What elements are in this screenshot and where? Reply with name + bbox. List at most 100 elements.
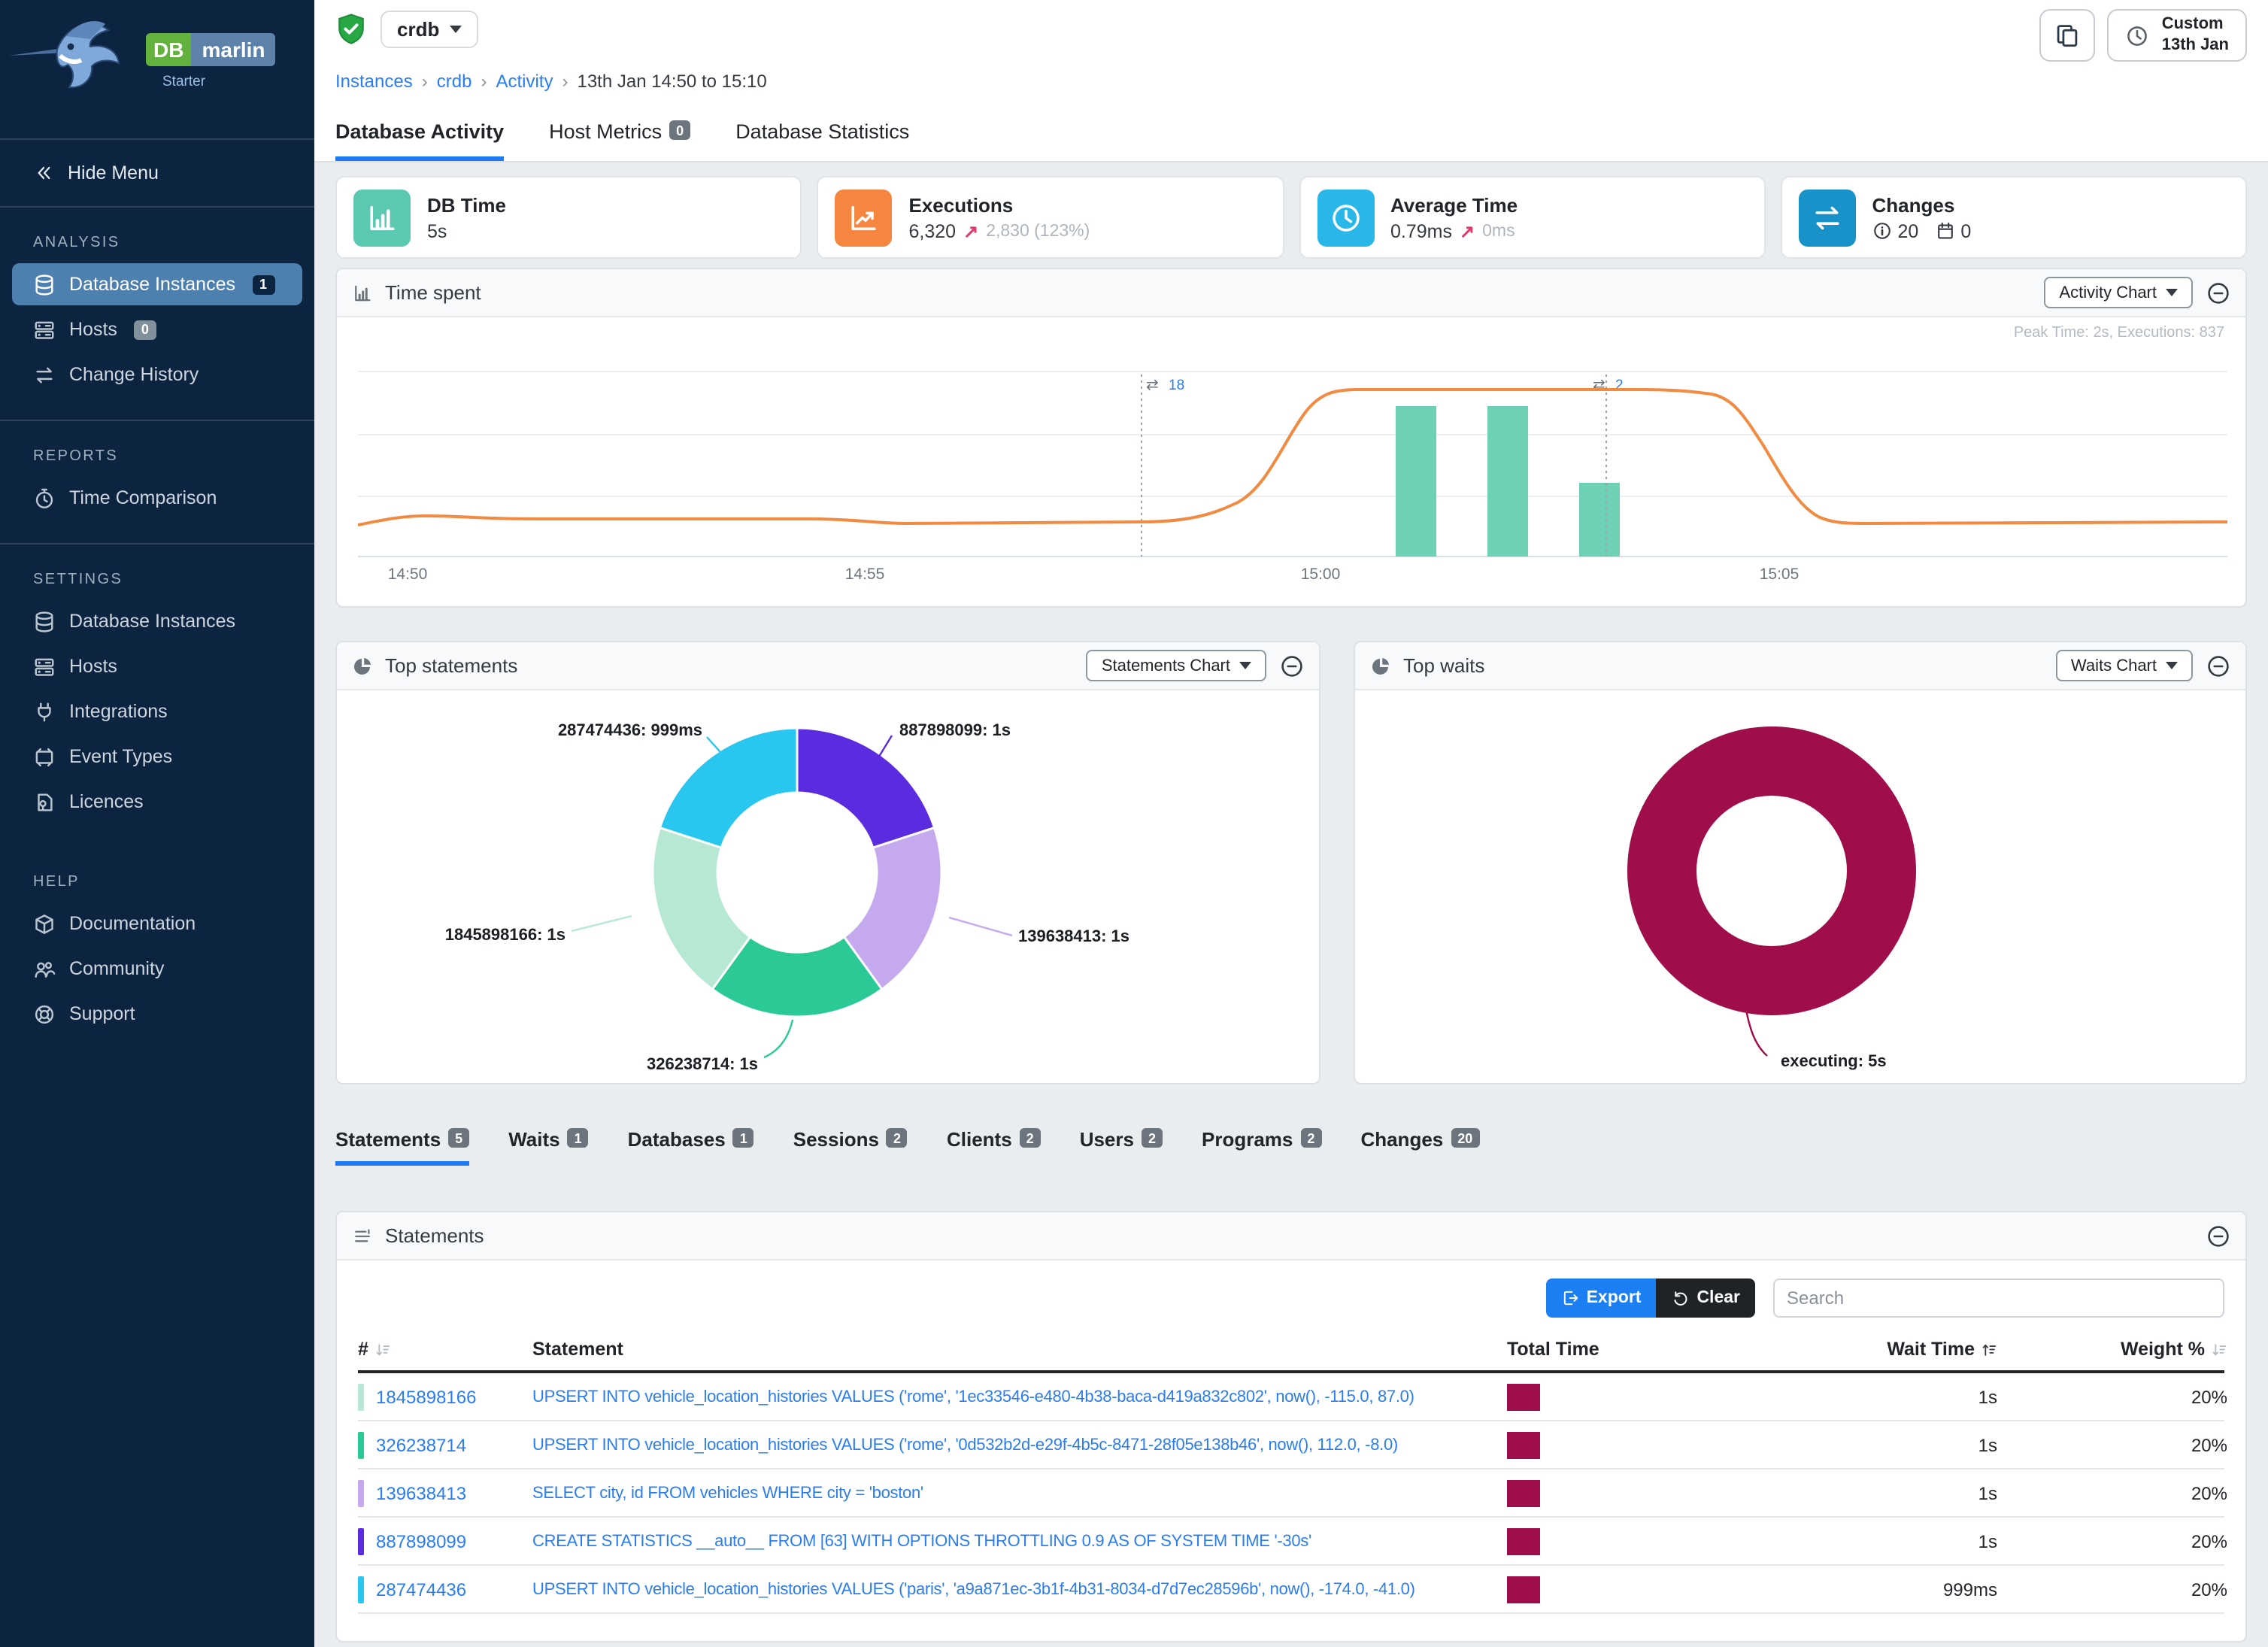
- undo-icon: [1671, 1289, 1689, 1307]
- donut-slice[interactable]: [1662, 761, 1881, 981]
- statement-id-link[interactable]: 139638413: [376, 1482, 466, 1503]
- sidebar-item[interactable]: Licences: [12, 781, 302, 823]
- detail-tab[interactable]: Clients 2: [947, 1128, 1041, 1166]
- sidebar-section-settings: SETTINGS Database Instances Hosts: [0, 572, 314, 823]
- sidebar-item[interactable]: Change History: [12, 353, 302, 396]
- statement-link[interactable]: UPSERT INTO vehicle_location_histories V…: [532, 1388, 1507, 1406]
- up-arrow-icon: ↗: [963, 220, 978, 241]
- column-wait-time[interactable]: Wait Time: [1690, 1339, 1997, 1360]
- minus-circle-icon[interactable]: [2206, 1224, 2230, 1248]
- statement-link[interactable]: UPSERT INTO vehicle_location_histories V…: [532, 1580, 1507, 1598]
- detail-tab[interactable]: Databases 1: [628, 1128, 754, 1166]
- documentation-icon: [33, 912, 56, 935]
- sidebar-item-label: Licences: [69, 791, 144, 812]
- total-time-bar: [1507, 1383, 1540, 1410]
- sidebar-item[interactable]: Hosts: [12, 645, 302, 687]
- detail-tab[interactable]: Changes 20: [1360, 1128, 1479, 1166]
- sidebar-item[interactable]: Documentation: [12, 902, 302, 945]
- tab-badge: 0: [669, 120, 690, 140]
- search-input[interactable]: [1773, 1278, 2224, 1318]
- sidebar-item[interactable]: Hosts 0: [12, 308, 302, 350]
- statement-id-link[interactable]: 326238714: [376, 1434, 466, 1455]
- top-bar: crdb Instances › crdb: [314, 0, 2268, 162]
- weight-value: 20%: [1997, 1530, 2227, 1551]
- tab-badge: 2: [1300, 1128, 1321, 1148]
- column-total-time[interactable]: Total Time: [1507, 1339, 1690, 1360]
- detail-tab[interactable]: Sessions 2: [793, 1128, 908, 1166]
- hide-menu-button[interactable]: Hide Menu: [0, 140, 314, 206]
- copy-link-button[interactable]: [2040, 9, 2096, 62]
- wait-time-value: 999ms: [1690, 1579, 1997, 1600]
- bar-chart-icon: [365, 201, 399, 234]
- sidebar-item[interactable]: Database Instances: [12, 600, 302, 642]
- breadcrumb-link[interactable]: 13th Jan 14:50 to 15:10: [577, 71, 766, 92]
- minus-circle-icon[interactable]: [2206, 281, 2230, 305]
- statements-chart-select[interactable]: Statements Chart: [1087, 650, 1266, 681]
- breadcrumb-link[interactable]: crdb: [437, 71, 472, 92]
- activity-chart-select[interactable]: Activity Chart: [2044, 277, 2193, 308]
- clear-button[interactable]: Clear: [1656, 1278, 1755, 1318]
- change-history-icon: [33, 363, 56, 386]
- main-tab[interactable]: Host Metrics 0: [549, 120, 690, 161]
- chevron-down-icon: [450, 26, 462, 33]
- executions-bar[interactable]: [1396, 406, 1436, 557]
- info-circle-icon[interactable]: [1872, 221, 1892, 241]
- brand-name: marlin: [191, 33, 275, 66]
- instance-selector[interactable]: crdb: [381, 11, 478, 48]
- statement-color-bar: [358, 1527, 364, 1554]
- change-marker[interactable]: ⇄ 18: [1142, 375, 1184, 557]
- sidebar-item-label: Documentation: [69, 913, 196, 934]
- main-tab[interactable]: Database Statistics: [735, 120, 909, 161]
- minus-circle-icon[interactable]: [1280, 654, 1304, 678]
- main-tab[interactable]: Database Activity: [335, 120, 504, 161]
- sort-icon: [374, 1341, 391, 1357]
- slice-label: 887898099: 1s: [899, 720, 1011, 739]
- detail-tab[interactable]: Users 2: [1080, 1128, 1163, 1166]
- slice-label: 1845898166: 1s: [445, 925, 565, 944]
- top-waits-panel: Top waits Waits Chart executing: 5s: [1354, 641, 2247, 1084]
- breadcrumb-link[interactable]: Activity: [496, 71, 553, 92]
- tab-badge: 1: [568, 1128, 589, 1148]
- column-id[interactable]: #: [358, 1339, 532, 1360]
- sidebar-item[interactable]: Event Types: [12, 736, 302, 778]
- sidebar-item[interactable]: Database Instances 1: [12, 263, 302, 305]
- statement-id-link[interactable]: 287474436: [376, 1579, 466, 1600]
- column-statement[interactable]: Statement: [532, 1339, 1507, 1360]
- statement-link[interactable]: UPSERT INTO vehicle_location_histories V…: [532, 1436, 1507, 1454]
- waits-chart-select[interactable]: Waits Chart: [2056, 650, 2193, 681]
- donut-slice[interactable]: [797, 728, 935, 848]
- brand-logo[interactable]: DBmarlin Starter: [0, 0, 314, 138]
- export-icon: [1561, 1289, 1579, 1307]
- changes-icon: [1811, 201, 1844, 234]
- column-weight[interactable]: Weight %: [1997, 1339, 2227, 1360]
- total-time-bar: [1507, 1431, 1540, 1458]
- sidebar-item-label: Hosts: [69, 319, 117, 340]
- breadcrumb-separator: ›: [562, 71, 568, 92]
- sidebar-item[interactable]: Time Comparison: [12, 477, 302, 519]
- statement-id-link[interactable]: 887898099: [376, 1530, 466, 1551]
- x-tick: 15:00: [1301, 566, 1341, 583]
- sidebar-item-badge: 0: [134, 320, 156, 339]
- calendar-icon[interactable]: [1935, 221, 1954, 241]
- executions-bar[interactable]: [1487, 406, 1528, 557]
- detail-tab[interactable]: Programs 2: [1202, 1128, 1321, 1166]
- detail-tab[interactable]: Waits 1: [508, 1128, 588, 1166]
- donut-slice[interactable]: [659, 728, 797, 848]
- breadcrumb-link[interactable]: Instances: [335, 71, 413, 92]
- sidebar-section-title: HELP: [0, 874, 314, 890]
- detail-tab[interactable]: Statements 5: [335, 1128, 469, 1166]
- statement-id-link[interactable]: 1845898166: [376, 1386, 477, 1407]
- export-button[interactable]: Export: [1546, 1278, 1657, 1318]
- executions-bar[interactable]: [1579, 483, 1620, 557]
- time-spent-chart: ⇄ 18 ⇄ 2 14:50 14:55 15:00 15:05: [358, 329, 2227, 588]
- sidebar-section-analysis: ANALYSIS Database Instances 1 Hosts 0: [0, 235, 314, 396]
- sidebar-item-label: Integrations: [69, 701, 168, 722]
- sidebar-item[interactable]: Community: [12, 948, 302, 990]
- sidebar-item[interactable]: Support: [12, 993, 302, 1035]
- sidebar-item[interactable]: Integrations: [12, 690, 302, 733]
- time-range-button[interactable]: Custom 13th Jan: [2108, 9, 2247, 62]
- statement-link[interactable]: CREATE STATISTICS __auto__ FROM [63] WIT…: [532, 1532, 1507, 1550]
- panel-title: Statements: [385, 1224, 484, 1247]
- minus-circle-icon[interactable]: [2206, 654, 2230, 678]
- statement-link[interactable]: SELECT city, id FROM vehicles WHERE city…: [532, 1484, 1507, 1502]
